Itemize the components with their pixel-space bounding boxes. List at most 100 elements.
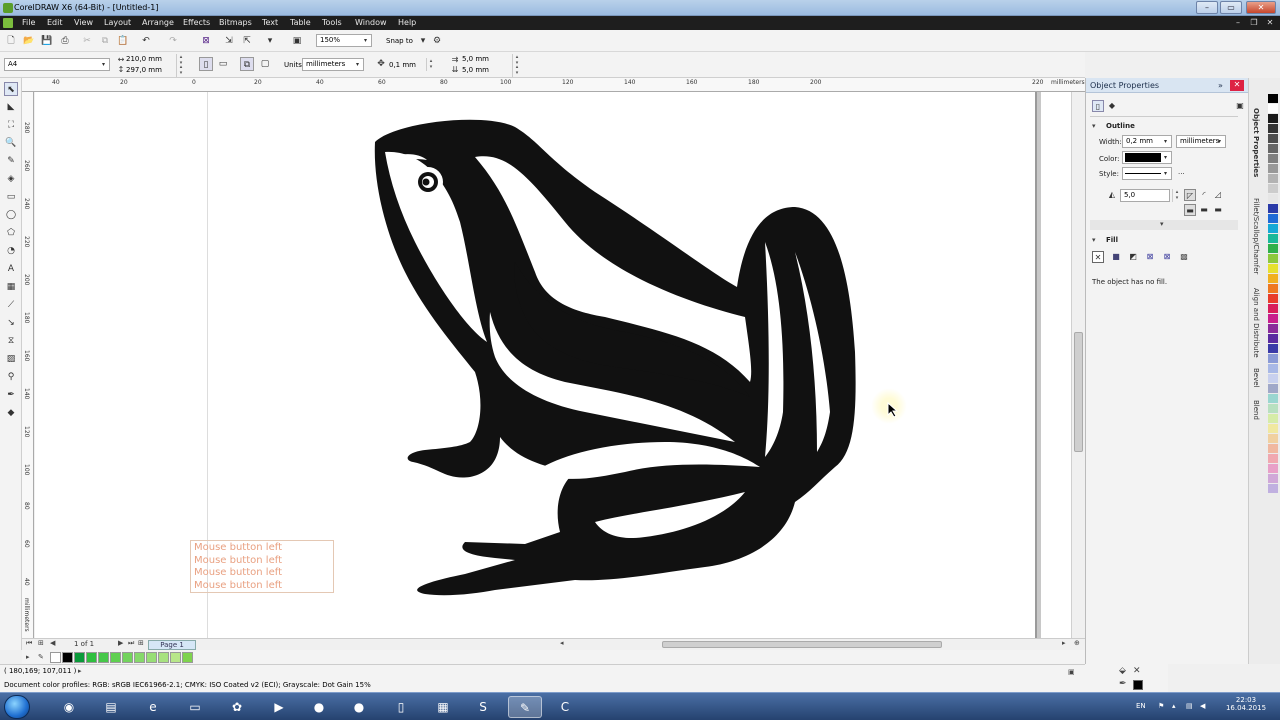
coreldraw-taskbar-icon[interactable]: ✎: [508, 696, 542, 718]
collapse-docker-icon[interactable]: »: [1218, 81, 1223, 90]
app-taskbar-icon[interactable]: ▤: [94, 696, 128, 718]
show-hidden-icon[interactable]: ▴: [1172, 702, 1176, 710]
freehand-tool-icon[interactable]: ✎: [4, 154, 18, 168]
explorer-taskbar-icon[interactable]: ▭: [178, 696, 212, 718]
palette-color-swatch[interactable]: [1268, 304, 1278, 313]
document-icon[interactable]: [3, 18, 13, 28]
rectangle-tool-icon[interactable]: ▭: [4, 190, 18, 204]
collapse-fill-icon[interactable]: ▾: [1092, 236, 1096, 244]
chevron-right-icon[interactable]: ▸: [78, 667, 82, 675]
color-swatch[interactable]: [110, 652, 121, 663]
copy-icon[interactable]: ⧉: [98, 34, 112, 48]
menu-tools[interactable]: Tools: [322, 18, 342, 27]
text-tool-icon[interactable]: A: [4, 262, 18, 276]
palette-color-swatch[interactable]: [1268, 434, 1278, 443]
palette-color-swatch[interactable]: [1268, 354, 1278, 363]
add-page-before-icon[interactable]: ⊞: [38, 639, 44, 647]
menu-text[interactable]: Text: [262, 18, 278, 27]
nudge-spinner[interactable]: ▴ ▾: [426, 58, 435, 71]
miter-spinner[interactable]: ▴ ▾: [1172, 189, 1181, 202]
bitmap-pattern-fill-icon[interactable]: ⊠: [1161, 251, 1173, 263]
eyedropper-tool-icon[interactable]: ⚲: [4, 370, 18, 384]
landscape-icon[interactable]: ▭: [216, 57, 230, 71]
palette-color-swatch[interactable]: [1268, 254, 1278, 263]
duplicate-y-field[interactable]: 5,0 mm: [462, 66, 489, 74]
all-pages-icon[interactable]: ⧉: [240, 57, 254, 71]
redo-icon[interactable]: ↷: [166, 34, 180, 48]
tab-object-properties[interactable]: Object Properties: [1252, 108, 1260, 177]
previous-page-icon[interactable]: ◀: [50, 639, 55, 647]
butt-cap-icon[interactable]: ▬: [1184, 204, 1196, 216]
round-cap-icon[interactable]: ▬: [1198, 204, 1210, 216]
palette-color-swatch[interactable]: [1268, 444, 1278, 453]
color-swatch[interactable]: [134, 652, 145, 663]
export-icon[interactable]: ⇱: [240, 34, 254, 48]
palette-color-swatch[interactable]: [1268, 154, 1278, 163]
miter-corner-icon[interactable]: ◸: [1184, 189, 1196, 201]
start-button[interactable]: [4, 695, 30, 719]
fountain-fill-icon[interactable]: ◩: [1127, 251, 1139, 263]
palette-color-swatch[interactable]: [1268, 454, 1278, 463]
menu-layout[interactable]: Layout: [104, 18, 131, 27]
chevron-down-icon[interactable]: ▾: [416, 34, 430, 48]
uniform-fill-icon[interactable]: ■: [1110, 251, 1122, 263]
crop-tool-icon[interactable]: ⛶: [4, 118, 18, 132]
palette-color-swatch[interactable]: [1268, 404, 1278, 413]
color-swatch[interactable]: [122, 652, 133, 663]
transparency-tool-icon[interactable]: ▨: [4, 352, 18, 366]
palette-color-swatch[interactable]: [1268, 214, 1278, 223]
navigator-icon[interactable]: ⊕: [1074, 639, 1080, 647]
outline-tab-icon[interactable]: ▯: [1092, 100, 1104, 112]
palette-color-swatch[interactable]: [1268, 94, 1278, 103]
collapse-outline-icon[interactable]: ▾: [1092, 122, 1096, 130]
palette-color-swatch[interactable]: [1268, 184, 1278, 193]
page-size-select[interactable]: A4 ▾: [4, 58, 110, 71]
color-swatch[interactable]: [86, 652, 97, 663]
color-swatch[interactable]: [146, 652, 157, 663]
menu-table[interactable]: Table: [290, 18, 311, 27]
palette-color-swatch[interactable]: [1268, 114, 1278, 123]
palette-color-swatch[interactable]: [1268, 474, 1278, 483]
dup-y-spinner[interactable]: ▴ ▾: [512, 64, 521, 77]
palette-color-swatch[interactable]: [1268, 244, 1278, 253]
color-swatch[interactable]: [98, 652, 109, 663]
polygon-tool-icon[interactable]: ⬠: [4, 226, 18, 240]
outline-color-swatch[interactable]: [1133, 680, 1143, 690]
new-icon[interactable]: 🗋: [4, 34, 18, 48]
palette-color-swatch[interactable]: [1268, 374, 1278, 383]
palette-menu-icon[interactable]: ▸: [26, 653, 30, 661]
palette-color-swatch[interactable]: [1268, 234, 1278, 243]
print-icon[interactable]: ⎙: [58, 34, 72, 48]
palette-color-swatch[interactable]: [1268, 274, 1278, 283]
basic-shapes-tool-icon[interactable]: ◔: [4, 244, 18, 258]
menu-view[interactable]: View: [74, 18, 93, 27]
no-color-swatch[interactable]: [50, 652, 61, 663]
palette-color-swatch[interactable]: [1268, 174, 1278, 183]
save-icon[interactable]: 💾: [40, 34, 54, 48]
menu-effects[interactable]: Effects: [183, 18, 210, 27]
palette-color-swatch[interactable]: [1268, 334, 1278, 343]
utility-taskbar-icon[interactable]: ✿: [220, 696, 254, 718]
units-select[interactable]: millimeters ▾: [302, 58, 364, 71]
skype-taskbar-icon[interactable]: S: [466, 696, 500, 718]
horizontal-ruler[interactable]: 40 20 0 20 40 60 80 100 120 140 160 180 …: [22, 78, 1085, 92]
blend-tool-icon[interactable]: ⧖: [4, 334, 18, 348]
frog-silhouette[interactable]: [365, 112, 865, 602]
more-styles-button[interactable]: ...: [1178, 168, 1185, 176]
palette-color-swatch[interactable]: [1268, 104, 1278, 113]
maximize-button[interactable]: ▭: [1220, 1, 1242, 14]
vertical-scrollbar[interactable]: [1071, 92, 1085, 638]
open-icon[interactable]: 📂: [22, 34, 36, 48]
palette-color-swatch[interactable]: [1268, 394, 1278, 403]
undo-icon[interactable]: ↶: [139, 34, 153, 48]
doc-close-button[interactable]: ✕: [1264, 18, 1276, 28]
current-page-icon[interactable]: ▢: [258, 57, 272, 71]
options-icon[interactable]: ⚙: [430, 34, 444, 48]
round-corner-icon[interactable]: ◜: [1198, 189, 1210, 201]
doc-restore-button[interactable]: ❐: [1248, 18, 1260, 28]
close-docker-icon[interactable]: ✕: [1230, 80, 1244, 91]
next-page-icon[interactable]: ▶: [118, 639, 123, 647]
drawing-canvas[interactable]: Mouse button left Mouse button left Mous…: [35, 92, 1071, 638]
outline-pen-tool-icon[interactable]: ✒: [4, 388, 18, 402]
flag-icon[interactable]: ⚑: [1158, 702, 1164, 710]
